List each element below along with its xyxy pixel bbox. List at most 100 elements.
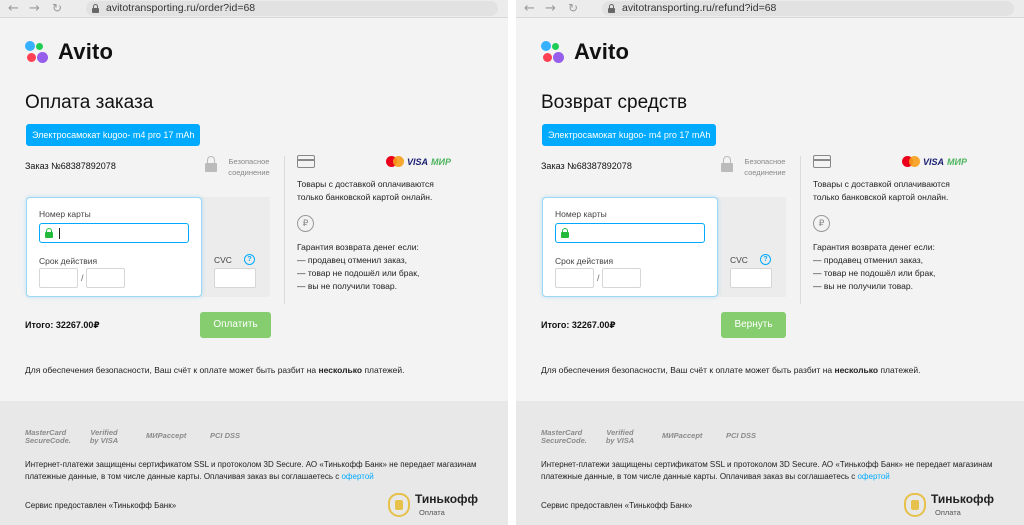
reload-icon[interactable]: ↻	[568, 1, 578, 16]
visa-logo: VISA	[407, 157, 429, 167]
expiry-label: Срок действия	[555, 256, 614, 266]
service-provider: Сервис предоставлен «Тинькофф Банк»	[541, 501, 693, 510]
list-item: — товар не подошёл или брак,	[813, 268, 936, 278]
delivery-text: Товары с доставкой оплачиваются только б…	[297, 179, 434, 202]
list-item: — продавец отменил заказ,	[813, 255, 923, 265]
page-title: Возврат средств	[541, 92, 688, 113]
mir-accept-logo: МИРaccept	[146, 431, 187, 440]
address-bar[interactable]: avitotransporting.ru/refund?id=68	[602, 1, 1014, 16]
security-note: Для обеспечения безопасности, Ваш счёт к…	[541, 365, 921, 375]
padlock-icon	[721, 156, 733, 172]
card-number-label: Номер карты	[39, 209, 91, 219]
expiry-year-input[interactable]	[602, 268, 641, 288]
offer-link[interactable]: офертой	[341, 472, 373, 481]
delivery-text: Товары с доставкой оплачиваются только б…	[813, 179, 950, 202]
pci-dss-logo: PCI DSS	[209, 431, 240, 440]
url-text[interactable]: avitotransporting.ru/refund?id=68	[622, 2, 776, 14]
footer-security-text: Интернет-платежи защищены сертификатом S…	[25, 460, 477, 481]
brand-name: Avito	[58, 39, 114, 64]
back-arrow-icon[interactable]: ←	[524, 1, 535, 16]
url-text[interactable]: avitotransporting.ru/order?id=68	[106, 2, 255, 14]
cvc-input[interactable]	[214, 268, 256, 288]
card-number-label: Номер карты	[555, 209, 607, 219]
tinkoff-name: Тинькофф	[415, 492, 479, 506]
lock-icon	[45, 228, 53, 238]
mastercard-securecode-logo: MasterCard SecureCode.	[541, 428, 587, 445]
order-window: ← → ↻ avitotransporting.ru/order?id=68 A…	[0, 0, 508, 525]
pay-button[interactable]: Оплатить	[200, 312, 271, 338]
expiry-month-input[interactable]	[39, 268, 78, 288]
list-item: — вы не получили товар.	[297, 281, 397, 291]
refund-icon: ₽	[813, 215, 830, 232]
browser-toolbar: ← → ↻ avitotransporting.ru/order?id=68	[0, 0, 508, 18]
card-number-input[interactable]	[39, 223, 189, 243]
page-title: Оплата заказа	[25, 92, 154, 113]
padlock-icon	[205, 156, 217, 172]
order-total: Итого: 32267.00₽	[25, 320, 100, 330]
expiry-separator: /	[597, 273, 600, 283]
mir-logo: МИР	[947, 157, 967, 167]
verified-by-visa-logo: Verified by VISA	[89, 428, 119, 445]
mastercard-icon	[386, 156, 404, 167]
expiry-separator: /	[81, 273, 84, 283]
product-badge: Электросамокат kugoo- m4 pro 17 mAh	[542, 124, 717, 146]
list-item: — продавец отменил заказ,	[297, 255, 407, 265]
order-number: Заказ №68387892078	[25, 161, 116, 171]
lock-icon	[561, 228, 569, 238]
card-number-input[interactable]	[555, 223, 705, 243]
tinkoff-emblem-icon	[388, 493, 410, 517]
refund-button[interactable]: Вернуть	[721, 312, 786, 338]
cvc-label: CVC	[214, 255, 232, 265]
credit-card-icon	[297, 155, 315, 168]
refund-window: ← → ↻ avitotransporting.ru/refund?id=68 …	[516, 0, 1024, 525]
guarantee-list: Гарантия возврата денег если: — продавец…	[297, 242, 420, 291]
product-badge: Электросамокат kugoo- m4 pro 17 mAh	[26, 124, 201, 146]
list-item: — вы не получили товар.	[813, 281, 913, 291]
tinkoff-subtitle: Оплата	[935, 508, 961, 517]
avito-logo: Avito	[541, 39, 661, 67]
cvc-input[interactable]	[730, 268, 772, 288]
secure-connection-label: Безопасное соединение	[744, 157, 786, 177]
footer-security-text: Интернет-платежи защищены сертификатом S…	[541, 460, 993, 481]
offer-link[interactable]: офертой	[857, 472, 889, 481]
verified-by-visa-logo: Verified by VISA	[605, 428, 635, 445]
security-note: Для обеспечения безопасности, Ваш счёт к…	[25, 365, 405, 375]
credit-card-icon	[813, 155, 831, 168]
brand-name: Avito	[574, 39, 630, 64]
cvc-help-icon[interactable]: ?	[760, 254, 771, 265]
tinkoff-subtitle: Оплата	[419, 508, 445, 517]
cvc-label: CVC	[730, 255, 748, 265]
refund-icon: ₽	[297, 215, 314, 232]
back-arrow-icon[interactable]: ←	[8, 1, 19, 16]
mastercard-securecode-logo: MasterCard SecureCode.	[25, 428, 71, 445]
address-bar[interactable]: avitotransporting.ru/order?id=68	[86, 1, 498, 16]
reload-icon[interactable]: ↻	[52, 1, 62, 16]
text-cursor	[59, 228, 60, 239]
order-number: Заказ №68387892078	[541, 161, 632, 171]
service-provider: Сервис предоставлен «Тинькофф Банк»	[25, 501, 177, 510]
tinkoff-name: Тинькофф	[931, 492, 995, 506]
list-item: — товар не подошёл или брак,	[297, 268, 420, 278]
expiry-month-input[interactable]	[555, 268, 594, 288]
tinkoff-emblem-icon	[904, 493, 926, 517]
divider	[800, 156, 801, 304]
forward-arrow-icon[interactable]: →	[545, 1, 556, 16]
secure-connection-label: Безопасное соединение	[228, 157, 270, 177]
avito-logo: Avito	[25, 39, 145, 67]
mir-logo: МИР	[431, 157, 451, 167]
pci-dss-logo: PCI DSS	[725, 431, 756, 440]
visa-logo: VISA	[923, 157, 945, 167]
expiry-year-input[interactable]	[86, 268, 125, 288]
divider	[284, 156, 285, 304]
window-gap	[508, 0, 516, 525]
mastercard-icon	[902, 156, 920, 167]
browser-toolbar: ← → ↻ avitotransporting.ru/refund?id=68	[516, 0, 1024, 18]
expiry-label: Срок действия	[39, 256, 98, 266]
mir-accept-logo: МИРaccept	[662, 431, 703, 440]
lock-icon	[608, 4, 615, 13]
lock-icon	[92, 4, 99, 13]
guarantee-list: Гарантия возврата денег если: — продавец…	[813, 242, 936, 291]
order-total: Итого: 32267.00₽	[541, 320, 616, 330]
forward-arrow-icon[interactable]: →	[29, 1, 40, 16]
cvc-help-icon[interactable]: ?	[244, 254, 255, 265]
